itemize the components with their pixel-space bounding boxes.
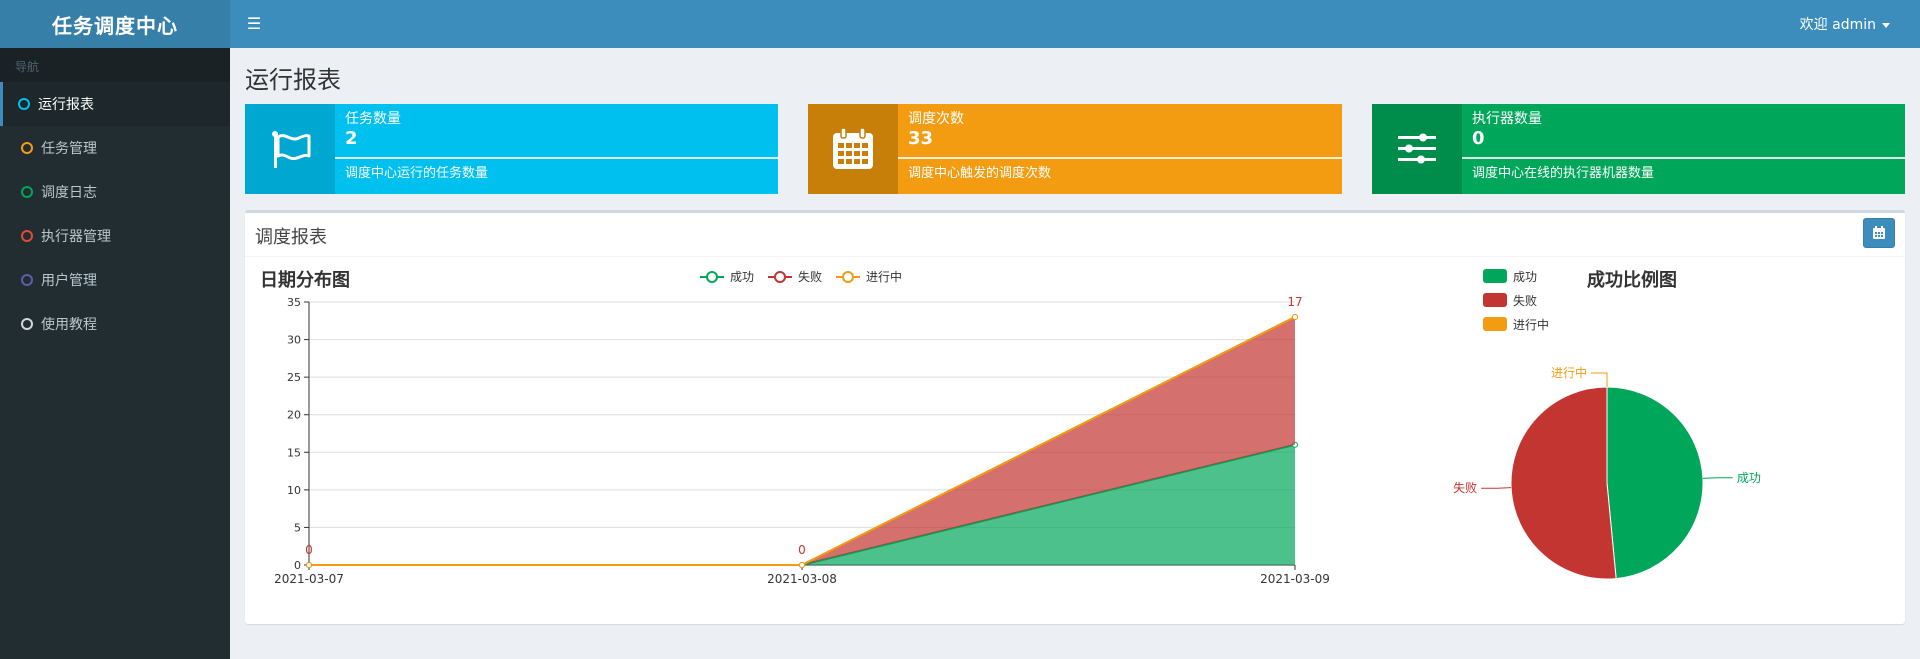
legend-swatch (1483, 293, 1507, 307)
info-box-divider (898, 157, 1342, 159)
sidebar-item[interactable]: 执行器管理 (0, 214, 230, 258)
panel-title: 调度报表 (255, 227, 327, 248)
sidebar-toggle-menu-icon[interactable]: ☰ (244, 14, 264, 34)
sidebar-item[interactable]: 用户管理 (0, 258, 230, 302)
info-box-value: 2 (345, 128, 358, 149)
info-box-label: 任务数量 (345, 111, 401, 127)
info-box-value: 0 (1472, 128, 1485, 149)
legend-swatch (1483, 317, 1507, 331)
info-box-description: 调度中心在线的执行器机器数量 (1472, 166, 1655, 181)
pie-label-line (1591, 372, 1608, 387)
info-box-executor-count: 执行器数量 0 调度中心在线的执行器机器数量 (1372, 104, 1905, 194)
pie-label: 成功 (1737, 471, 1761, 485)
data-label: 0 (305, 543, 313, 557)
y-tick-label: 10 (287, 484, 301, 497)
flag-icon (272, 131, 311, 168)
report-panel: 调度报表 日期分布图 0 5 10 15 20 25 30 35 2021-03-07 2021-… (245, 210, 1905, 624)
legend-label: 成功 (1513, 270, 1537, 284)
user-menu-label: 欢迎 admin (1799, 17, 1876, 33)
info-icon-box (245, 104, 335, 194)
x-tick-label: 2021-03-07 (274, 572, 344, 586)
success-ratio-chart: 成功失败进行中成功失败进行中 (1453, 269, 1761, 580)
pie-label-line (1481, 487, 1512, 489)
info-icon-box (1372, 104, 1462, 194)
y-tick-label: 35 (287, 296, 301, 309)
legend-label: 失败 (1513, 293, 1537, 308)
date-range-button[interactable] (1863, 218, 1895, 248)
x-tick-label: 2021-03-08 (767, 572, 837, 586)
sidebar-item-label: 调度日志 (41, 185, 97, 201)
data-point (1292, 314, 1298, 321)
user-menu-dropdown[interactable]: 欢迎 admin (1800, 14, 1890, 34)
circle-icon (18, 98, 30, 110)
legend-item: 进行中 (836, 269, 902, 284)
sidebar-item-label: 使用教程 (41, 317, 97, 333)
sidebar-header: 导航 (0, 48, 230, 82)
circle-icon (21, 142, 33, 154)
data-point (306, 562, 312, 568)
pie-slice (1510, 386, 1617, 580)
info-box-value: 33 (908, 128, 934, 149)
sidebar-item-label: 用户管理 (41, 273, 97, 289)
info-box-description: 调度中心触发的调度次数 (908, 166, 1052, 181)
y-tick-label: 20 (287, 409, 301, 422)
calendar-icon (833, 127, 873, 169)
info-box-divider (335, 157, 778, 159)
legend-label: 成功 (730, 270, 754, 284)
sidebar-item[interactable]: 运行报表 (0, 82, 230, 126)
sidebar-menu: 运行报表任务管理调度日志执行器管理用户管理使用教程 (0, 82, 230, 346)
info-icon-box (808, 104, 898, 194)
top-navbar: ☰ 欢迎 admin (230, 0, 1920, 48)
data-point (799, 562, 805, 568)
pie-label: 失败 (1453, 480, 1477, 495)
sidebar-item[interactable]: 调度日志 (0, 170, 230, 214)
y-tick-label: 15 (287, 446, 301, 459)
pie-label-line (1702, 477, 1733, 479)
y-tick-label: 0 (294, 559, 301, 572)
legend-item: 失败 (768, 269, 822, 284)
calendar-icon (1873, 226, 1885, 239)
info-box-task-count: 任务数量 2 调度中心运行的任务数量 (245, 104, 778, 194)
info-box-label: 调度次数 (908, 111, 964, 127)
legend-marker (842, 271, 854, 283)
x-tick-label: 2021-03-09 (1260, 572, 1330, 586)
legend-swatch (1483, 269, 1507, 283)
legend-item: 成功 (700, 270, 754, 284)
app-logo[interactable]: 任务调度中心 (0, 0, 230, 48)
sidebar-item[interactable]: 任务管理 (0, 126, 230, 170)
circle-icon (21, 186, 33, 198)
pie-label: 进行中 (1551, 365, 1587, 380)
y-tick-label: 25 (287, 371, 301, 384)
caret-down-icon (1882, 22, 1890, 28)
legend-marker (774, 271, 786, 283)
legend-marker (706, 271, 718, 283)
y-tick-label: 5 (294, 521, 301, 534)
sliders-icon (1398, 133, 1436, 164)
data-label: 0 (798, 543, 806, 557)
info-box-trigger-count: 调度次数 33 调度中心触发的调度次数 (808, 104, 1342, 194)
data-label: 17 (1287, 295, 1302, 309)
pie-slice (1606, 386, 1704, 580)
info-box-description: 调度中心运行的任务数量 (345, 166, 489, 181)
info-box-divider (1462, 157, 1905, 159)
legend-label: 失败 (798, 269, 822, 284)
page-title: 运行报表 (245, 66, 341, 94)
sidebar-item[interactable]: 使用教程 (0, 302, 230, 346)
sidebar: 导航 运行报表任务管理调度日志执行器管理用户管理使用教程 (0, 48, 230, 659)
info-box-label: 执行器数量 (1472, 111, 1542, 127)
circle-icon (21, 318, 33, 330)
date-distribution-chart: 051015202530352021-03-07 2021-03-08 2021-0… (274, 269, 1330, 586)
y-tick-label: 30 (287, 334, 301, 347)
legend-label: 进行中 (866, 269, 902, 284)
legend-label: 进行中 (1513, 317, 1549, 332)
sidebar-item-label: 任务管理 (41, 141, 97, 157)
sidebar-item-label: 运行报表 (38, 97, 94, 113)
circle-icon (21, 274, 33, 286)
sidebar-item-label: 执行器管理 (41, 229, 111, 245)
circle-icon (21, 230, 33, 242)
